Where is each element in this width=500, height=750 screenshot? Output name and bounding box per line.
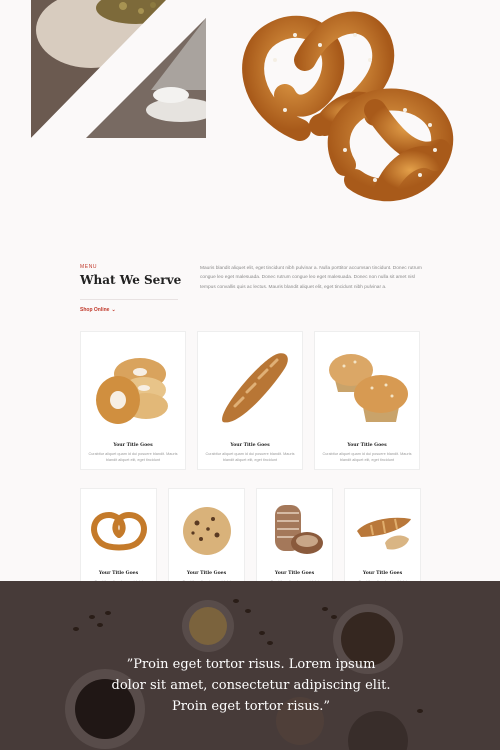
- product-description: Curabitur aliquet quam id dui posuere bl…: [322, 452, 412, 463]
- product-image: [345, 503, 420, 559]
- product-description: Curabitur aliquet quam id dui posuere bl…: [205, 452, 295, 463]
- intro-paragraph: Mauris blandit aliquet elit, eget tincid…: [200, 266, 422, 290]
- product-image: [257, 499, 332, 559]
- cookie-icon: [182, 507, 231, 555]
- product-title: Your Title Goes: [230, 443, 270, 448]
- muffins-icon: [329, 354, 408, 422]
- product-title: Your Title Goes: [113, 443, 153, 448]
- product-image: [169, 503, 244, 559]
- product-title: Your Title Goes: [186, 571, 227, 576]
- product-card[interactable]: Your Title Goes Curabitur aliquet quam i…: [314, 331, 420, 470]
- hero: [0, 0, 500, 220]
- pretzel-icon: [242, 11, 454, 202]
- divider: [80, 299, 178, 300]
- bread-icon: [274, 505, 323, 554]
- bagels-icon: [96, 358, 168, 424]
- baguette-icon: [222, 353, 288, 423]
- product-image: [198, 342, 302, 432]
- product-card[interactable]: Your Title Goes Curabitur aliquet quam i…: [80, 331, 186, 470]
- flour-photo-icon: [31, 0, 206, 138]
- section-eyebrow: MENU: [80, 264, 98, 270]
- shop-online-link[interactable]: Shop Online ⌄: [80, 307, 116, 313]
- product-title: Your Title Goes: [347, 443, 387, 448]
- section-title: What We Serve: [80, 273, 182, 287]
- hero-pretzels-image: [225, 0, 475, 215]
- product-title: Your Title Goes: [274, 571, 315, 576]
- product-image: [81, 346, 185, 436]
- product-image: [81, 503, 156, 559]
- hero-flour-photo: [31, 0, 206, 138]
- product-card[interactable]: Your Title Goes Curabitur aliquet quam i…: [197, 331, 303, 470]
- pretzel-icon: [90, 511, 147, 551]
- shop-online-label: Shop Online: [80, 307, 110, 313]
- product-title: Your Title Goes: [362, 571, 403, 576]
- product-description: Curabitur aliquet quam id dui posuere bl…: [88, 452, 178, 463]
- product-title: Your Title Goes: [98, 571, 139, 576]
- chevron-down-icon: ⌄: [111, 307, 116, 313]
- testimonial-quote: ”Proin eget tortor risus. Lorem ipsum do…: [111, 657, 391, 714]
- product-image: [315, 340, 419, 430]
- croissant-icon: [356, 517, 411, 550]
